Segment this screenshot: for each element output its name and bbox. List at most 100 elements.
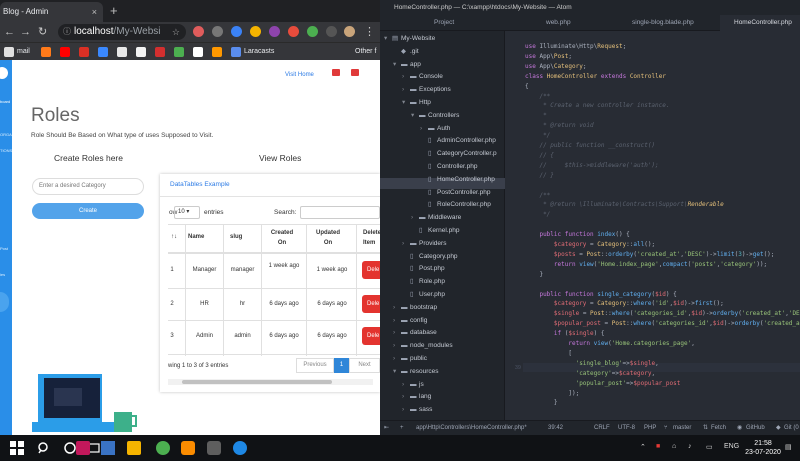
tree-item[interactable]: ◆ .git — [393, 47, 419, 57]
scrollbar-thumb[interactable] — [182, 380, 332, 384]
notification-icon[interactable] — [332, 69, 340, 76]
code-editor[interactable]: use Illuminate\Http\Request; use App\Post… — [523, 31, 800, 420]
tree-item[interactable]: ▯ User.php — [402, 290, 445, 300]
extension-icon[interactable] — [288, 26, 299, 37]
column-header-updated[interactable]: Updated On — [312, 228, 344, 248]
tree-item[interactable]: ▯ Role.php — [402, 277, 445, 287]
status-cursor[interactable]: 39:42 — [548, 421, 563, 435]
column-header-delete[interactable]: Delete Item — [363, 228, 380, 248]
bookmark-label[interactable]: Laracasts — [244, 46, 274, 58]
bookmark-icon[interactable] — [98, 47, 108, 57]
tree-item[interactable]: › ▬ lang — [402, 392, 431, 402]
tree-item[interactable]: ▯ AdminController.php — [420, 136, 496, 146]
status-github[interactable]: GitHub — [746, 421, 765, 435]
bookmark-icon[interactable] — [136, 47, 146, 57]
horizontal-scrollbar[interactable] — [168, 379, 373, 385]
tab-close-icon[interactable]: × — [92, 2, 97, 22]
back-icon[interactable]: ← — [4, 25, 15, 39]
sort-icon[interactable]: ↑↓ — [171, 232, 177, 242]
tree-item[interactable]: › ▬ Middleware — [411, 213, 461, 223]
address-bar[interactable]: ⓘ localhost/My-Websi ☆ — [58, 24, 186, 40]
column-header-name[interactable]: Name — [188, 232, 204, 242]
tree-item[interactable]: › ▬ config — [393, 316, 427, 326]
toggle-tree-icon[interactable]: ⇤ — [384, 421, 389, 435]
info-icon[interactable]: ⓘ — [63, 24, 71, 40]
tree-item[interactable]: ▾ ▬ resources — [393, 367, 439, 377]
tree-item[interactable]: ▾ ▬ app — [393, 60, 421, 70]
tree-item[interactable]: ▯ Post.php — [402, 264, 445, 274]
extension-icon[interactable] — [269, 26, 280, 37]
extension-icon[interactable] — [307, 26, 318, 37]
status-file-path[interactable]: app\Http\Controllers\HomeController.php* — [416, 421, 527, 435]
status-branch[interactable]: master — [673, 421, 691, 435]
tree-item[interactable]: ▯ RoleController.php — [420, 200, 491, 210]
app-icon[interactable] — [207, 441, 221, 455]
bookmark-icon[interactable] — [155, 47, 165, 57]
tree-item[interactable]: ▾ ▤ My-Website — [384, 34, 435, 44]
extension-icon[interactable] — [326, 26, 337, 37]
tab-project[interactable]: Project — [420, 15, 480, 31]
table-search-input[interactable] — [300, 206, 380, 219]
tab-single-blog[interactable]: single-blog.blade.php — [618, 15, 703, 31]
profile-avatar[interactable] — [344, 26, 355, 37]
page-1-button[interactable]: 1 — [334, 358, 349, 373]
status-fetch[interactable]: Fetch — [711, 421, 726, 435]
app-m-icon[interactable] — [76, 441, 90, 455]
bookmark-icon[interactable] — [79, 47, 89, 57]
entries-length-select[interactable]: 10 ▾ — [174, 206, 200, 219]
bookmark-icon[interactable] — [174, 47, 184, 57]
delete-button[interactable]: Dele — [362, 295, 380, 313]
chrome-icon[interactable] — [156, 441, 170, 455]
previous-page-button[interactable]: Previous — [296, 358, 334, 373]
status-grammar[interactable]: PHP — [644, 421, 656, 435]
battery-icon[interactable]: ▭ — [706, 443, 713, 451]
edge-icon[interactable] — [233, 441, 247, 455]
bookmark-icon[interactable] — [4, 47, 14, 57]
search-icon[interactable] — [37, 441, 51, 455]
extension-icon[interactable] — [231, 26, 242, 37]
clock[interactable]: 21:58 23-07-2020 — [745, 439, 781, 457]
tree-item[interactable]: › ▬ node_modules — [393, 341, 453, 351]
status-encoding[interactable]: UTF-8 — [618, 421, 635, 435]
tree-item[interactable]: › ▬ sass — [402, 405, 432, 415]
delete-button[interactable]: Dele — [362, 327, 380, 345]
xampp-icon[interactable] — [181, 441, 195, 455]
sidebar-item-categories[interactable]: ies — [0, 272, 5, 277]
bookmark-icon[interactable] — [117, 47, 127, 57]
tree-item[interactable]: ▯ HomeController.php — [420, 175, 495, 185]
add-icon[interactable]: + — [400, 421, 404, 435]
column-header-slug[interactable]: slug — [230, 232, 242, 242]
sidebar-toggle-button[interactable] — [0, 292, 9, 312]
column-header-created[interactable]: Created On — [267, 228, 297, 248]
extension-icon[interactable] — [212, 26, 223, 37]
tree-item[interactable]: ▾ ▬ Http — [402, 98, 431, 108]
extension-icon[interactable] — [250, 26, 261, 37]
tree-item[interactable]: ▾ ▬ Controllers — [411, 111, 459, 121]
status-eol[interactable]: CRLF — [594, 421, 610, 435]
message-icon[interactable] — [351, 69, 359, 76]
tree-item[interactable]: ▯ Kernel.php — [411, 226, 459, 236]
sidebar-item-post[interactable]: Post — [0, 246, 8, 251]
next-page-button[interactable]: Next — [349, 358, 380, 373]
tree-item[interactable]: ▯ PostController.php — [420, 188, 490, 198]
new-tab-button[interactable]: + — [110, 4, 118, 18]
tree-item[interactable]: › ▬ Providers — [402, 239, 446, 249]
bookmark-icon[interactable] — [231, 47, 241, 57]
network-icon[interactable]: ⌂ — [672, 443, 676, 450]
extension-icon[interactable] — [193, 26, 204, 37]
sidebar-item-dashboard[interactable]: board — [0, 99, 10, 104]
other-bookmarks[interactable]: Other f — [355, 46, 376, 58]
bookmark-icon[interactable] — [41, 47, 51, 57]
tree-item[interactable]: › ▬ js — [402, 380, 424, 390]
tray-chevron-icon[interactable]: ⌃ — [640, 443, 646, 451]
visit-home-link[interactable]: Visit Home — [285, 72, 314, 78]
bookmark-icon[interactable] — [60, 47, 70, 57]
bookmark-icon[interactable] — [193, 47, 203, 57]
tree-item[interactable]: › ▬ database — [393, 328, 437, 338]
bookmark-label[interactable]: mail — [17, 46, 30, 58]
tree-item[interactable]: ▯ Category.php — [402, 252, 458, 262]
role-name-input[interactable]: Enter a desired Category — [32, 178, 144, 195]
tree-item[interactable]: › ▬ public — [393, 354, 427, 364]
tree-item[interactable]: ▯ CategoryController.p — [420, 149, 497, 159]
delete-button[interactable]: Dele — [362, 261, 380, 279]
